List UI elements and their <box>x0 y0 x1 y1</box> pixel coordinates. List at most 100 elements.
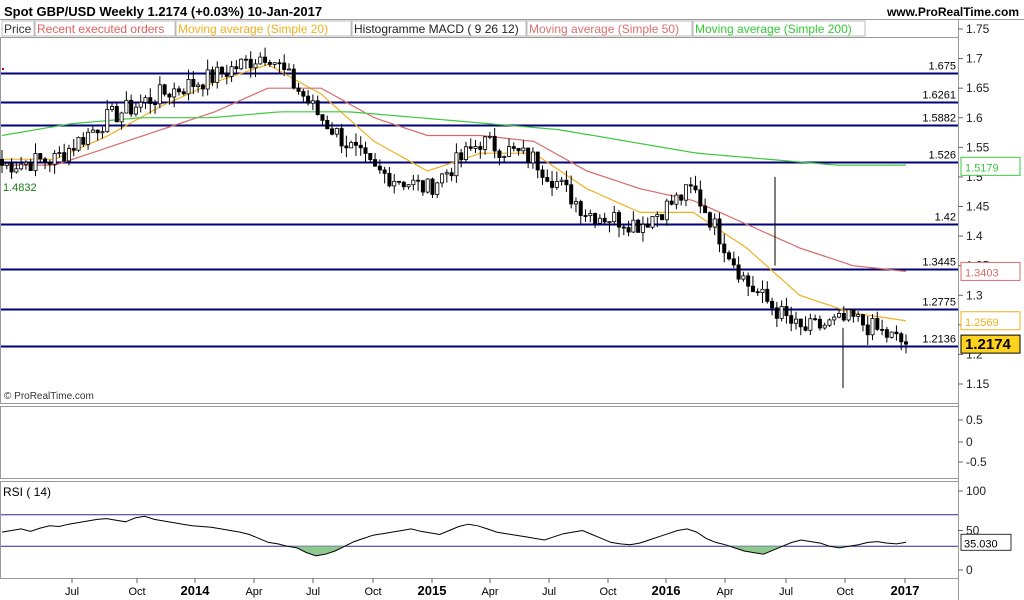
candle-body <box>373 159 378 167</box>
candle-body <box>693 185 698 191</box>
x-tick-label: Oct <box>599 586 616 598</box>
macd-tick-label: -0.5 <box>966 455 987 469</box>
candle-body <box>573 201 578 205</box>
candle-body <box>507 146 512 157</box>
candle-body <box>186 79 191 95</box>
macd-tick-label: 0.5 <box>966 413 983 427</box>
candle-body <box>76 137 81 151</box>
x-tick-label: Jul <box>306 586 320 598</box>
candle-body <box>363 147 368 154</box>
candle-body <box>401 181 406 188</box>
order-marker <box>2 68 4 70</box>
macd-pane-frame <box>0 406 959 479</box>
candle-body <box>607 221 612 224</box>
candle-body <box>856 314 861 317</box>
candle-body <box>550 180 555 188</box>
legend-label: Price <box>4 22 32 36</box>
candle-body <box>597 217 602 224</box>
rsi-title: RSI ( 14) <box>3 485 51 499</box>
x-tick-label: Oct <box>364 586 381 598</box>
candle-body <box>47 161 52 165</box>
candle-body <box>468 146 473 149</box>
candle-body <box>712 218 717 228</box>
price-tick-label: 1.55 <box>966 140 990 154</box>
candle-body <box>640 223 645 233</box>
candle-body <box>339 128 344 147</box>
candle-body <box>172 88 177 98</box>
candle-body <box>425 178 430 193</box>
candle-body <box>473 146 478 149</box>
candle-body <box>727 252 732 260</box>
candle-body <box>71 148 76 151</box>
candle-body <box>143 97 148 103</box>
candle-body <box>320 114 325 121</box>
candle-body <box>846 309 851 321</box>
candle-body <box>904 341 909 345</box>
candle-body <box>239 58 244 70</box>
candle-body <box>870 318 875 336</box>
candle-body <box>588 213 593 216</box>
candle-body <box>306 95 311 104</box>
candle-body <box>100 131 105 134</box>
candle-body <box>779 306 784 319</box>
candle-body <box>243 58 248 61</box>
candle-body <box>430 178 435 195</box>
candle-body <box>889 331 894 338</box>
candle-body <box>258 56 263 65</box>
candle-body <box>593 213 598 224</box>
candle-body <box>880 328 885 331</box>
candle-body <box>396 180 401 183</box>
candle-body <box>153 103 158 106</box>
candle-body <box>52 153 57 165</box>
candle-body <box>703 205 708 214</box>
candle-body <box>645 223 650 228</box>
candle-body <box>636 219 641 233</box>
chart-title: Spot GBP/USD Weekly 1.2174 (+0.03%) 10-J… <box>4 4 322 19</box>
candle-body <box>224 73 229 77</box>
candle-body <box>803 326 808 331</box>
candle-body <box>95 129 100 134</box>
chart-canvas: Spot GBP/USD Weekly 1.2174 (+0.03%) 10-J… <box>0 4 1024 600</box>
level-label: 1.42 <box>935 212 956 224</box>
x-tick-label: 2015 <box>418 583 447 598</box>
value-badge-label: 1.5179 <box>965 162 999 174</box>
candle-body <box>57 152 62 155</box>
candle-body <box>784 306 789 317</box>
site-link[interactable]: www.ProRealTime.com <box>886 5 1019 19</box>
level-label: 1.675 <box>928 61 956 73</box>
candle-body <box>602 217 607 223</box>
price-tick-label: 1.4 <box>966 229 983 243</box>
candle-body <box>392 180 397 187</box>
candle-body <box>822 324 827 329</box>
candle-body <box>526 147 531 164</box>
candle-body <box>578 201 583 216</box>
candle-body <box>263 56 268 63</box>
candle-body <box>28 161 33 172</box>
candle-body <box>277 62 282 65</box>
candle-body <box>865 324 870 336</box>
candle-body <box>248 58 253 69</box>
candle-body <box>90 129 95 133</box>
price-tick-label: 1.6 <box>966 111 983 125</box>
candle-body <box>435 182 440 195</box>
candle-body <box>282 62 287 70</box>
candle-body <box>81 137 86 145</box>
candle-body <box>267 62 272 65</box>
candle-body <box>832 316 837 321</box>
candle-body <box>631 219 636 233</box>
candle-body <box>148 97 153 105</box>
value-badge-label: 1.2174 <box>965 336 1012 353</box>
candle-body <box>722 243 727 254</box>
x-tick-label: Oct <box>836 586 853 598</box>
candle-body <box>205 69 210 90</box>
copyright: © ProRealTime.com <box>4 391 94 402</box>
candle-body <box>459 152 464 161</box>
price-tick-label: 1.65 <box>966 81 990 95</box>
level-label: 1.6261 <box>922 90 956 102</box>
candle-body <box>760 288 765 294</box>
candle-body <box>731 258 736 266</box>
price-pane-frame <box>0 37 959 404</box>
candle-body <box>9 162 14 173</box>
candle-body <box>808 318 813 331</box>
candle-body <box>420 180 425 193</box>
